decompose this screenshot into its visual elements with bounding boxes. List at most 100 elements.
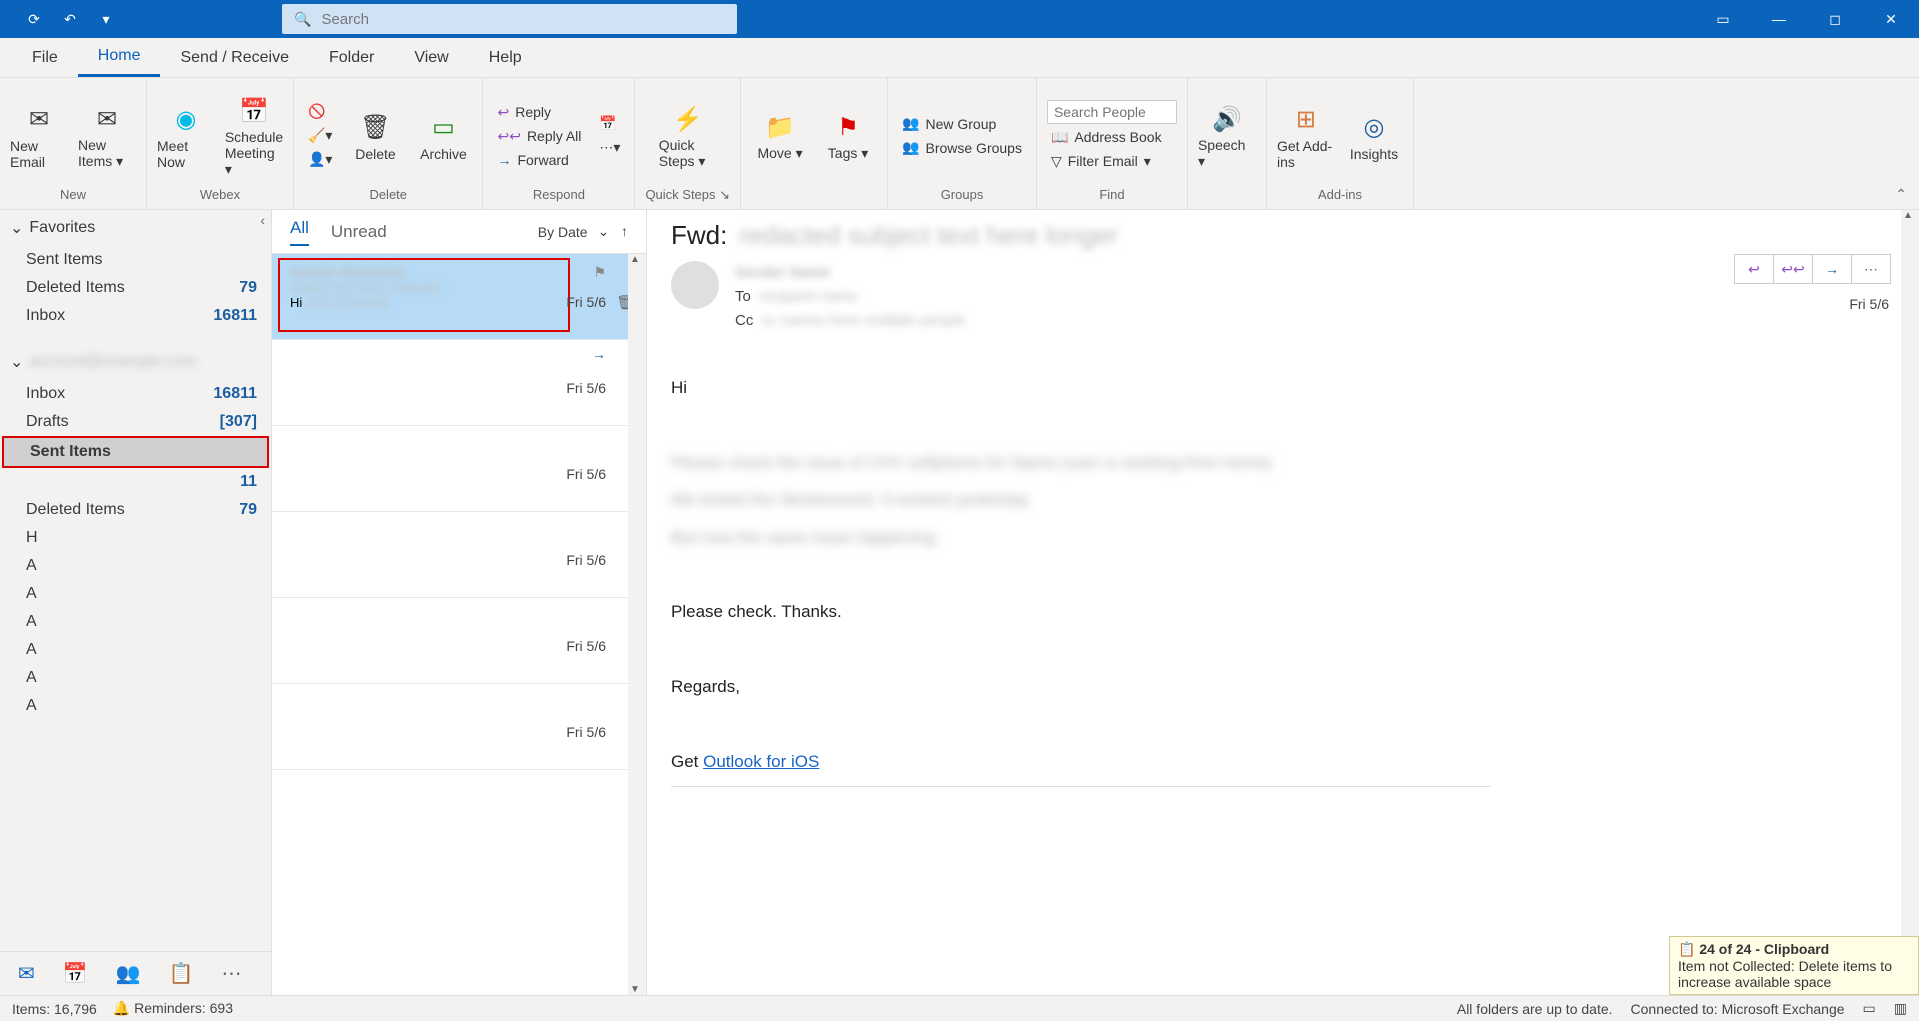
addins-icon: ⊞ [1296,102,1316,138]
nav-fav-deleted-items[interactable]: Deleted Items79 [0,274,271,302]
sort-button[interactable]: By Date ⌄ ↑ [538,223,628,240]
more-respond-button[interactable]: ⋯▾ [595,137,624,158]
cleanup-button[interactable]: 🧹▾ [304,125,336,146]
reading-scrollbar[interactable] [1901,210,1919,995]
quick-steps-button[interactable]: ⚡Quick Steps ▾ [659,101,717,170]
new-items-button[interactable]: ✉New Items ▾ [78,101,136,170]
reply-action[interactable]: ↩ [1734,254,1774,284]
calendar-plus-icon: 📅 [239,93,269,129]
status-reminders[interactable]: 🔔 Reminders: 693 [113,1000,233,1017]
qat-more-icon[interactable]: ▾ [96,9,116,29]
flag-icon[interactable]: ⚑ [593,264,606,281]
nav-folder-a[interactable]: A [0,580,271,608]
forward-action[interactable]: → [1812,254,1852,284]
tags-button[interactable]: ⚑Tags ▾ [819,109,877,162]
nav-folder-a[interactable]: A [0,664,271,692]
book-icon: 📖 [1051,129,1068,146]
meet-now-button[interactable]: ◉Meet Now [157,102,215,170]
close-button[interactable]: ✕ [1863,0,1919,38]
insights-button[interactable]: ◎Insights [1345,110,1403,162]
message-item[interactable]: Fri 5/6 [272,684,646,770]
message-item[interactable]: Sender Redacted subject text here redact… [272,254,646,340]
schedule-meeting-button[interactable]: 📅Schedule Meeting ▾ [225,93,283,178]
collapse-nav-icon[interactable]: ‹ [260,212,265,228]
junk-button[interactable]: 👤▾ [304,149,336,170]
people-icon[interactable]: 👥 [116,961,141,986]
outlook-ios-link[interactable]: Outlook for iOS [703,752,819,771]
minimize-button[interactable]: — [1751,0,1807,38]
message-date: Fri 5/6 [566,294,606,310]
tab-folder[interactable]: Folder [309,38,394,77]
collapse-ribbon-icon[interactable]: ⌃ [1895,186,1907,203]
forward-button[interactable]: →Forward [493,150,585,170]
reply-all-button[interactable]: ↩↩Reply All [493,126,585,147]
search-placeholder: Search [321,11,369,28]
more-actions[interactable]: ⋯ [1851,254,1891,284]
nav-fav-sent-items[interactable]: Sent Items [0,246,271,274]
forward-arrow-icon: → [592,346,606,362]
maximize-button[interactable]: ◻ [1807,0,1863,38]
message-item[interactable]: Fri 5/6 [272,512,646,598]
tab-help[interactable]: Help [469,38,542,77]
ribbon-display-icon[interactable]: ▭ [1695,0,1751,38]
nav-folder-a[interactable]: A [0,552,271,580]
reply-button[interactable]: ↩Reply [493,102,585,123]
archive-button[interactable]: ▭Archive [414,110,472,162]
search-icon: 🔍 [294,11,311,28]
nav-drafts[interactable]: Drafts[307] [0,408,271,436]
new-group-button[interactable]: 👥New Group [898,113,1026,134]
status-items: Items: 16,796 [12,1001,97,1017]
tab-send-receive[interactable]: Send / Receive [160,38,309,77]
refresh-icon[interactable]: ⟳ [24,9,44,29]
speech-button[interactable]: 🔊Speech ▾ [1198,101,1256,170]
search-box[interactable]: 🔍 Search [282,4,737,34]
message-date: Fri 5/6 [566,552,606,568]
delete-button[interactable]: 🗑Delete [346,110,404,162]
envelope-stack-icon: ✉ [97,101,117,137]
tab-file[interactable]: File [12,38,78,77]
nav-folder-a[interactable]: A [0,608,271,636]
message-date: Fri 5/6 [566,724,606,740]
status-connection: Connected to: Microsoft Exchange [1631,1001,1845,1017]
group-search-icon: 👥 [902,139,919,156]
nav-unnamed[interactable]: 11 [0,468,271,496]
nav-fav-inbox[interactable]: Inbox16811 [0,302,271,330]
message-list-scrollbar[interactable] [628,254,646,995]
address-book-button[interactable]: 📖Address Book [1047,127,1177,148]
filter-unread[interactable]: Unread [331,222,387,242]
ignore-button[interactable]: 🚫 [304,101,336,122]
view-reading-icon[interactable]: ▥ [1894,1000,1907,1017]
nav-folder-h[interactable]: H [0,524,271,552]
browse-groups-button[interactable]: 👥Browse Groups [898,137,1026,158]
search-people-input[interactable] [1047,100,1177,124]
tab-view[interactable]: View [394,38,468,77]
mail-icon[interactable]: ✉ [18,961,35,986]
view-normal-icon[interactable]: ▭ [1863,1000,1876,1017]
new-email-button[interactable]: ✉New Email [10,102,68,170]
favorites-header[interactable]: ⌄Favorites [0,210,271,246]
webex-icon: ◉ [176,102,197,138]
nav-deleted-items[interactable]: Deleted Items79 [0,496,271,524]
account-header[interactable]: ⌄account@example.com [0,344,271,380]
tasks-icon[interactable]: 📋 [169,961,194,986]
message-item[interactable]: → Fri 5/6 [272,340,646,426]
nav-sent-items[interactable]: Sent Items [4,438,267,466]
meeting-button[interactable]: 📅 [595,113,624,134]
reply-all-action[interactable]: ↩↩ [1773,254,1813,284]
nav-folder-a[interactable]: A [0,636,271,664]
tab-home[interactable]: Home [78,38,161,77]
message-item[interactable]: Fri 5/6 [272,598,646,684]
move-button[interactable]: 📁Move ▾ [751,109,809,162]
message-item[interactable]: Fri 5/6 [272,426,646,512]
nav-folder-a[interactable]: A [0,692,271,720]
calendar-icon[interactable]: 📅 [63,961,88,986]
broom-icon: 🧹▾ [308,127,332,144]
undo-icon[interactable]: ↶ [60,9,80,29]
get-addins-button[interactable]: ⊞Get Add-ins [1277,102,1335,170]
filter-email-button[interactable]: ▽Filter Email ▾ [1047,151,1177,172]
lightning-icon: ⚡ [673,101,703,137]
message-date: Fri 5/6 [1849,296,1889,312]
more-nav-icon[interactable]: ⋯ [221,961,241,986]
filter-all[interactable]: All [290,218,309,246]
nav-inbox[interactable]: Inbox16811 [0,380,271,408]
